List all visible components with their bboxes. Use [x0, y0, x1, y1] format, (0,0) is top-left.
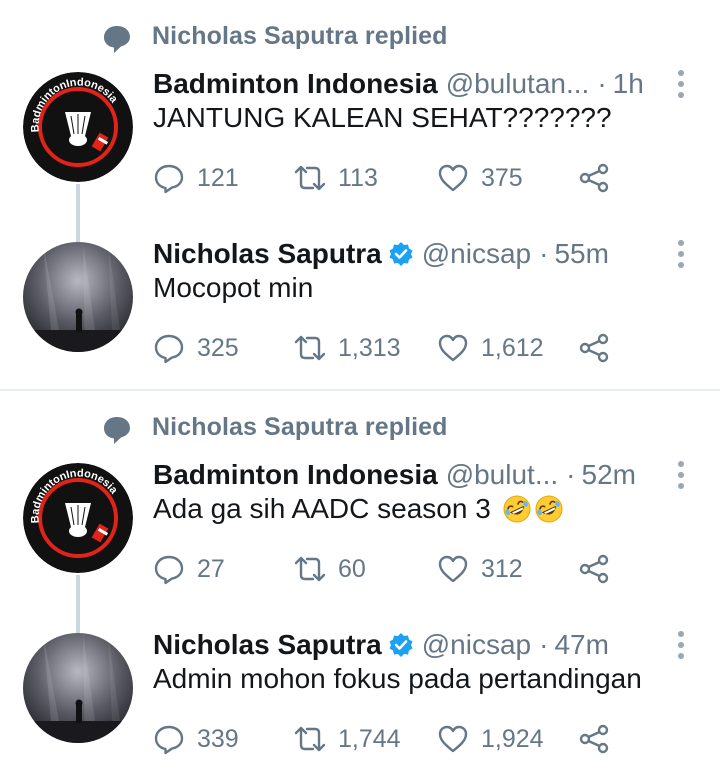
- reply-context-text: Nicholas Saputra replied: [152, 413, 448, 441]
- separator-dot: ·: [539, 629, 549, 660]
- separator-dot: ·: [597, 68, 607, 99]
- rolling-laughing-emoji: [503, 495, 531, 523]
- handle[interactable]: @nicsap: [422, 629, 531, 661]
- share-button[interactable]: [578, 551, 622, 587]
- share-icon: [579, 333, 609, 363]
- tweet-actions: 339 1,744 1,924: [153, 721, 623, 757]
- retweet-button[interactable]: 113: [294, 160, 378, 196]
- avatar-badminton-indonesia[interactable]: BadmintonIndonesia: [23, 72, 133, 182]
- like-button[interactable]: 375: [437, 160, 523, 196]
- tweet-text: Admin mohon fokus pada pertandingan: [153, 663, 642, 694]
- tweet[interactable]: Nicholas Saputra @nicsap · 47m Admin moh…: [0, 621, 720, 779]
- more-options-icon[interactable]: [670, 457, 692, 493]
- badminton-indonesia-logo: BadmintonIndonesia: [23, 72, 133, 182]
- reply-icon: [154, 164, 184, 194]
- reply-count: 27: [197, 554, 225, 583]
- tweet[interactable]: BadmintonIndonesia Badminton Indonesia @…: [0, 451, 720, 687]
- display-name[interactable]: Badminton Indonesia: [153, 459, 438, 491]
- timestamp[interactable]: 52m: [582, 459, 636, 491]
- verified-badge-icon: [389, 242, 413, 266]
- heart-icon: [438, 164, 468, 192]
- handle[interactable]: @nicsap: [422, 238, 531, 270]
- reply-count: 325: [197, 333, 239, 362]
- like-count: 1,924: [481, 724, 544, 753]
- tweet-text: Mocopot min: [153, 272, 314, 303]
- avatar-badminton-indonesia[interactable]: BadmintonIndonesia: [23, 463, 133, 573]
- reply-icon: [154, 555, 184, 585]
- heart-icon: [438, 555, 468, 583]
- avatar-photo: [23, 633, 133, 743]
- like-count: 375: [481, 163, 523, 192]
- retweet-count: 113: [338, 163, 378, 192]
- like-count: 312: [481, 554, 523, 583]
- more-options-icon[interactable]: [670, 236, 692, 272]
- share-button[interactable]: [578, 721, 622, 757]
- more-options-icon[interactable]: [670, 66, 692, 102]
- share-icon: [579, 163, 609, 193]
- like-button[interactable]: 1,612: [437, 330, 544, 366]
- badminton-indonesia-logo: BadmintonIndonesia: [23, 463, 133, 573]
- heart-icon: [438, 725, 468, 753]
- tweet-text-content: Ada ga sih AADC season 3: [153, 493, 491, 524]
- rolling-laughing-emoji: [535, 495, 563, 523]
- like-count: 1,612: [481, 333, 544, 362]
- tweet[interactable]: BadmintonIndonesia Badminton Indonesia @…: [0, 60, 720, 296]
- display-name[interactable]: Nicholas Saputra: [153, 238, 382, 270]
- handle[interactable]: @bulutan...: [446, 68, 590, 100]
- reply-icon: [154, 334, 184, 364]
- avatar-nicholas-saputra[interactable]: [23, 633, 133, 743]
- retweet-icon: [294, 726, 326, 752]
- tweet-actions: 325 1,313 1,612: [153, 330, 623, 366]
- retweet-icon: [294, 335, 326, 361]
- speech-bubble-icon: [104, 417, 130, 444]
- separator-dot: ·: [566, 459, 576, 490]
- tweet[interactable]: Nicholas Saputra @nicsap · 55m Mocopot m…: [0, 230, 720, 390]
- avatar-nicholas-saputra[interactable]: [23, 242, 133, 352]
- handle[interactable]: @bulut...: [446, 459, 558, 491]
- retweet-count: 60: [338, 554, 366, 583]
- retweet-button[interactable]: 1,744: [294, 721, 401, 757]
- share-button[interactable]: [578, 330, 622, 366]
- verified-badge-icon: [389, 633, 413, 657]
- display-name[interactable]: Nicholas Saputra: [153, 629, 382, 661]
- retweet-button[interactable]: 60: [294, 551, 366, 587]
- share-icon: [579, 724, 609, 754]
- tweet-text: Ada ga sih AADC season 3: [153, 493, 563, 525]
- tweet-actions: 27 60 312: [153, 551, 623, 587]
- share-button[interactable]: [578, 160, 622, 196]
- timestamp[interactable]: 47m: [554, 629, 608, 661]
- tweet-header: Badminton Indonesia @bulut... · 52m: [153, 457, 636, 493]
- reply-button[interactable]: 121: [153, 160, 239, 196]
- retweet-button[interactable]: 1,313: [294, 330, 401, 366]
- speech-bubble-icon: [104, 26, 130, 53]
- heart-icon: [438, 334, 468, 362]
- separator-dot: ·: [539, 238, 549, 269]
- retweet-icon: [294, 556, 326, 582]
- reply-count: 339: [197, 724, 239, 753]
- retweet-count: 1,313: [338, 333, 401, 362]
- reply-count: 121: [197, 163, 239, 192]
- retweet-count: 1,744: [338, 724, 401, 753]
- avatar-photo: [23, 242, 133, 352]
- tweet-text: JANTUNG KALEAN SEHAT???????: [153, 102, 612, 133]
- like-button[interactable]: 312: [437, 551, 523, 587]
- like-button[interactable]: 1,924: [437, 721, 544, 757]
- reply-icon: [154, 725, 184, 755]
- share-icon: [579, 554, 609, 584]
- thread: Nicholas Saputra replied BadmintonIndone…: [0, 0, 720, 390]
- display-name[interactable]: Badminton Indonesia: [153, 68, 438, 100]
- reply-button[interactable]: 27: [153, 551, 225, 587]
- thread: Nicholas Saputra replied BadmintonIndone…: [0, 391, 720, 779]
- retweet-icon: [294, 165, 326, 191]
- reply-button[interactable]: 325: [153, 330, 239, 366]
- more-options-icon[interactable]: [670, 627, 692, 663]
- timestamp[interactable]: 55m: [554, 238, 608, 270]
- timestamp[interactable]: 1h: [613, 68, 644, 100]
- tweet-actions: 121 113 375: [153, 160, 623, 196]
- tweet-header: Badminton Indonesia @bulutan... · 1h: [153, 66, 644, 102]
- reply-button[interactable]: 339: [153, 721, 239, 757]
- tweet-header: Nicholas Saputra @nicsap · 55m: [153, 236, 609, 272]
- tweet-header: Nicholas Saputra @nicsap · 47m: [153, 627, 609, 663]
- reply-context-text: Nicholas Saputra replied: [152, 22, 448, 50]
